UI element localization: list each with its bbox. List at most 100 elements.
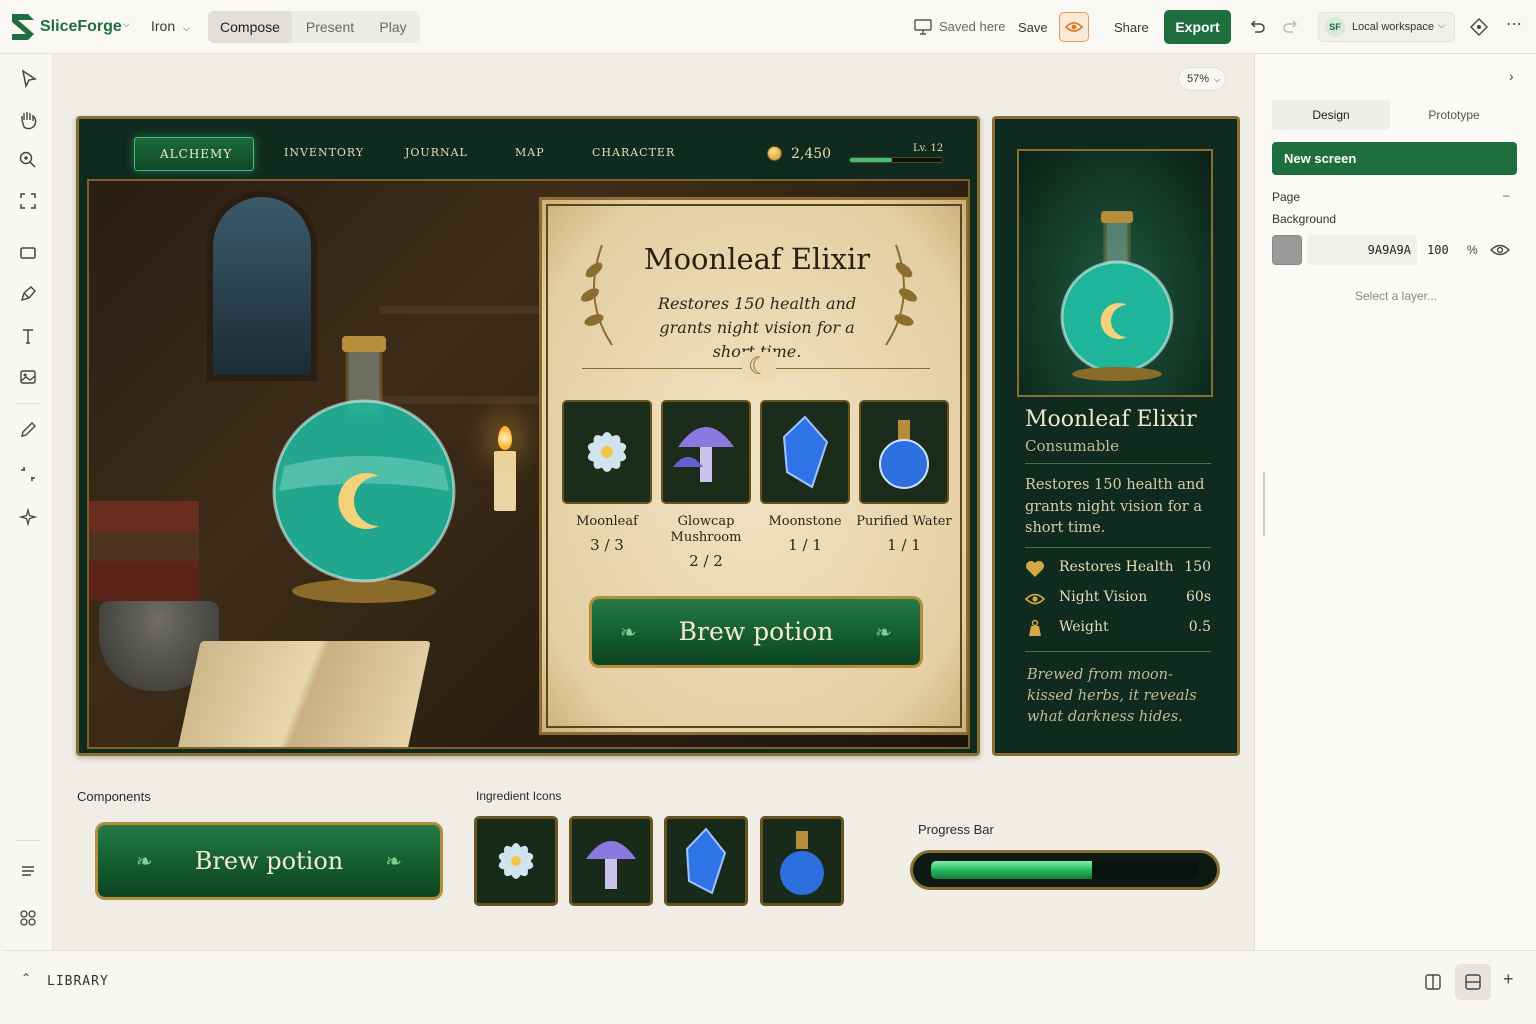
- tab-inventory[interactable]: INVENTORY: [284, 146, 364, 159]
- undo-icon[interactable]: [1248, 18, 1266, 36]
- left-toolbar: [3, 54, 53, 950]
- item-portrait: [1017, 149, 1213, 397]
- collapse-section-icon[interactable]: –: [1503, 188, 1510, 202]
- layers-list-icon[interactable]: [15, 858, 41, 884]
- ingredient-count: 1 / 1: [887, 536, 921, 554]
- rectangle-icon[interactable]: [15, 240, 41, 266]
- frame-icon[interactable]: [15, 188, 41, 214]
- share-button[interactable]: Share: [1114, 20, 1149, 35]
- new-screen-button[interactable]: New screen: [1272, 142, 1517, 175]
- panel-resize-handle[interactable]: [1263, 472, 1265, 536]
- xp-bar: [849, 157, 943, 163]
- item-flavor-text: Brewed from moon-kissed herbs, it reveal…: [1027, 667, 1197, 725]
- chevron-down-icon: ⌵: [1438, 20, 1445, 30]
- moonleaf-potion-flask: [272, 286, 456, 603]
- background-hex-input[interactable]: 9A9A9A: [1307, 235, 1417, 265]
- recipe-parchment: Moonleaf Elixir Restores 150 health and …: [539, 197, 968, 735]
- tab-journal[interactable]: JOURNAL: [405, 146, 468, 159]
- eye-icon: [1025, 593, 1045, 605]
- ingredient-count: 2 / 2: [689, 552, 723, 570]
- item-name: Moonleaf Elixir: [1025, 407, 1197, 432]
- mushroom-icon: [673, 427, 734, 482]
- sparkle-icon[interactable]: [15, 504, 41, 530]
- stat-label: Restores Health: [1059, 559, 1174, 575]
- workspace-switcher[interactable]: SF Local workspace ⌵: [1318, 12, 1455, 42]
- image-icon[interactable]: [15, 364, 41, 390]
- alchemy-scene: Moonleaf Elixir Restores 150 health and …: [87, 179, 970, 749]
- player-level: Lv. 12: [913, 143, 944, 154]
- xp-bar-fill: [850, 158, 893, 162]
- background-opacity-input[interactable]: 100: [1421, 235, 1455, 265]
- ingredient-name: Moonleaf: [576, 514, 638, 529]
- more-menu-icon[interactable]: ⋯: [1506, 14, 1522, 34]
- redo-icon[interactable]: [1282, 18, 1300, 36]
- assets-grid-icon[interactable]: [15, 905, 41, 931]
- crop-icon[interactable]: [15, 461, 41, 487]
- ingredient-name: Moonstone: [768, 514, 842, 529]
- properties-panel: › Design Prototype New screen Page – Bac…: [1254, 54, 1536, 950]
- leaf-right-icon: ❧: [385, 849, 402, 873]
- mode-compose[interactable]: Compose: [208, 11, 292, 43]
- toolbar-divider: [15, 840, 41, 841]
- tab-design[interactable]: Design: [1272, 100, 1390, 130]
- text-icon[interactable]: [15, 323, 41, 349]
- tab-map[interactable]: MAP: [515, 146, 545, 159]
- icon-component-mushroom[interactable]: [569, 816, 653, 906]
- mode-present[interactable]: Present: [296, 11, 364, 43]
- library-toggle[interactable]: LIBRARY: [47, 974, 109, 989]
- component-icon[interactable]: [1470, 18, 1488, 36]
- collapse-panel-icon[interactable]: ›: [1509, 68, 1514, 84]
- eye-icon: [1065, 22, 1083, 32]
- open-book: [177, 641, 431, 747]
- add-icon[interactable]: +: [1503, 969, 1514, 990]
- background-opacity-value: 100: [1427, 243, 1449, 257]
- brew-potion-component[interactable]: ❧ Brew potion ❧: [95, 822, 443, 900]
- moonleaf-flower-icon: [498, 843, 534, 879]
- mode-play[interactable]: Play: [368, 11, 418, 43]
- zoom-icon[interactable]: [15, 147, 41, 173]
- icon-component-moonstone[interactable]: [664, 816, 748, 906]
- ingredient-purified-water[interactable]: [859, 400, 949, 504]
- stat-label: Night Vision: [1059, 589, 1148, 605]
- ingredient-moonstone[interactable]: [760, 400, 850, 504]
- tab-prototype[interactable]: Prototype: [1395, 100, 1513, 130]
- progress-bar-component[interactable]: [910, 850, 1220, 890]
- export-button[interactable]: Export: [1164, 10, 1231, 44]
- ingredient-name: Glowcap Mushroom: [670, 514, 742, 545]
- progress-bar-fill: [931, 861, 1092, 879]
- eye-icon[interactable]: [1490, 243, 1510, 257]
- ingredient-moonleaf[interactable]: [562, 400, 652, 504]
- tab-alchemy[interactable]: ALCHEMY: [134, 137, 254, 171]
- workspace-label: Local workspace: [1352, 21, 1434, 33]
- stat-label: Weight: [1059, 619, 1109, 635]
- stat-value: 0.5: [1188, 619, 1211, 635]
- save-button[interactable]: Save: [1018, 20, 1048, 35]
- empty-selection-hint: Select a layer...: [1354, 289, 1438, 303]
- brew-potion-button[interactable]: ❧ Brew potion ❧: [589, 596, 923, 668]
- icon-component-water[interactable]: [760, 816, 844, 906]
- stat-value: 150: [1184, 559, 1211, 575]
- top-toolbar: SliceForge ⌵ Iron ⌵ Compose Present Play…: [0, 0, 1536, 54]
- zoom-level[interactable]: 57% ⌵: [1178, 67, 1226, 91]
- preview-button[interactable]: [1059, 12, 1089, 42]
- hand-icon[interactable]: [15, 107, 41, 133]
- components-title: Components: [77, 789, 151, 804]
- water-flask-icon: [780, 831, 824, 895]
- split-horizontal-button[interactable]: [1455, 964, 1491, 1000]
- game-screen-frame[interactable]: ALCHEMY INVENTORY JOURNAL MAP CHARACTER …: [76, 116, 980, 756]
- pencil-icon[interactable]: [15, 417, 41, 443]
- app-logo[interactable]: SliceForge ⌵: [8, 10, 133, 44]
- icon-component-moonleaf[interactable]: [474, 816, 558, 906]
- pen-icon[interactable]: [15, 281, 41, 307]
- item-detail-card[interactable]: Moonleaf Elixir Consumable Restores 150 …: [992, 116, 1240, 756]
- select-arrow-icon[interactable]: [15, 66, 41, 92]
- split-vertical-icon[interactable]: [1424, 973, 1442, 991]
- chevron-up-icon[interactable]: ⌃: [21, 971, 31, 985]
- card-divider: [1025, 547, 1211, 548]
- chevron-down-icon: ⌵: [183, 23, 190, 33]
- weight-icon: [1029, 619, 1041, 636]
- project-switcher[interactable]: Iron ⌵: [151, 18, 190, 34]
- ingredient-glowcap-mushroom[interactable]: [661, 400, 751, 504]
- tab-character[interactable]: CHARACTER: [592, 146, 675, 159]
- background-swatch[interactable]: [1272, 235, 1302, 265]
